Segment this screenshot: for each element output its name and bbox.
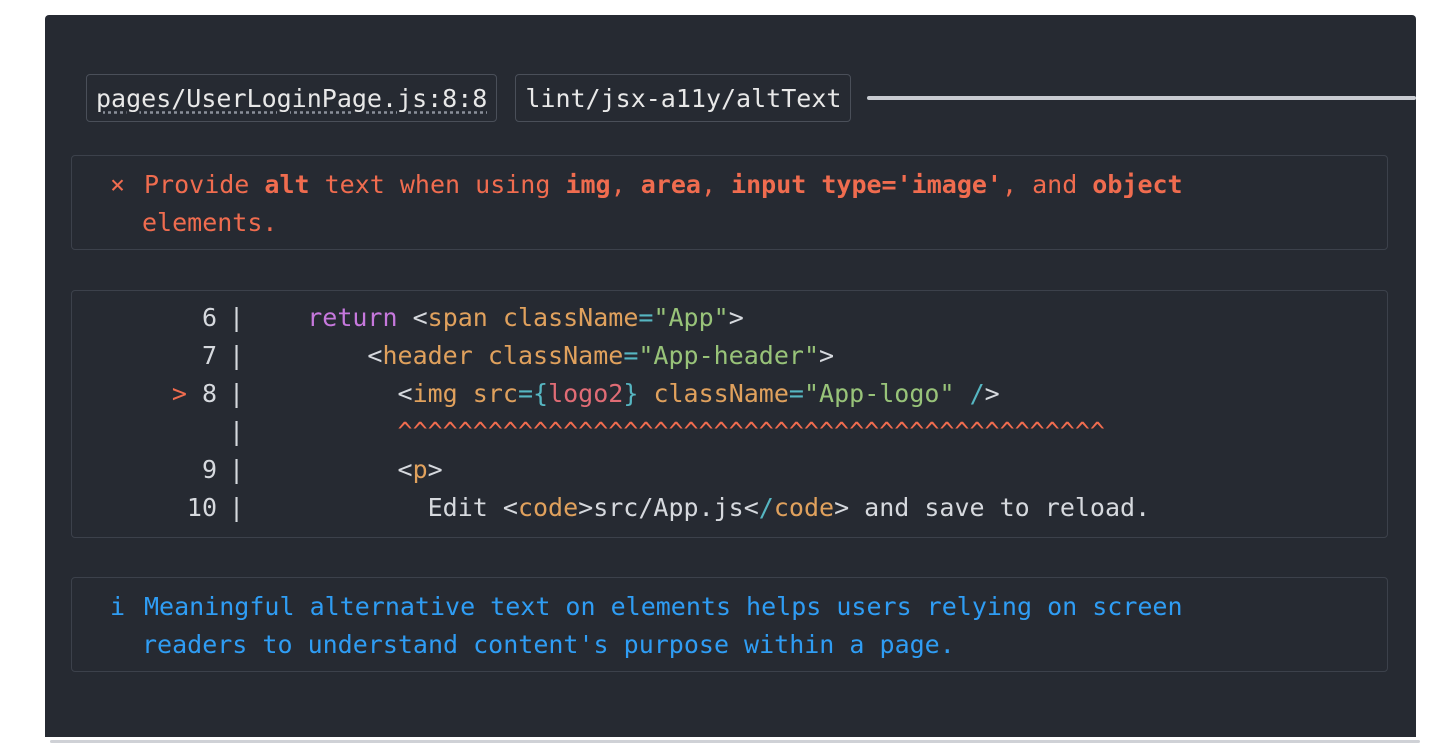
gutter-separator: | (229, 303, 245, 332)
line-number: 9 (201, 455, 217, 484)
code-token: src (472, 379, 518, 408)
code-line: 9 | <p> (72, 451, 1387, 489)
code-token: logo2 (548, 379, 624, 408)
source-code: <header className="App-header"> (247, 337, 1387, 375)
error-text: text when using (309, 170, 566, 199)
code-token: className (487, 341, 624, 370)
gutter-separator: | (229, 417, 245, 446)
source-code: <img src={logo2} className="App-logo" /> (247, 375, 1387, 413)
source-code: Edit <code>src/App.js</code> and save to… (247, 489, 1387, 527)
code-token: > (819, 341, 835, 370)
error-emphasis: area (640, 170, 701, 199)
code-line: 7 | <header className="App-header"> (72, 337, 1387, 375)
code-token: "App" (653, 303, 729, 332)
code-token: img (412, 379, 458, 408)
info-line-1: i Meaningful alternative text on elements… (110, 588, 1387, 626)
code-token: ={ (517, 379, 549, 408)
code-token: < (277, 455, 413, 484)
code-token: < (277, 379, 413, 408)
line-gutter: 6 (72, 299, 217, 337)
code-token: return (307, 303, 398, 332)
diagnostic-panel: pages/UserLoginPage.js:8:8 lint/jsx-a11y… (45, 15, 1416, 737)
gutter-separator: | (229, 341, 245, 370)
diagnostic-header: pages/UserLoginPage.js:8:8 lint/jsx-a11y… (86, 72, 1416, 124)
code-token: < (397, 303, 428, 332)
code-token: ^^^^^^^^^^^^^^^^^^^^^^^^^^^^^^^^^^^^^^^^… (397, 417, 1105, 446)
code-token: p (412, 455, 428, 484)
code-line: | ^^^^^^^^^^^^^^^^^^^^^^^^^^^^^^^^^^^^^^… (72, 413, 1387, 451)
line-number: 6 (201, 303, 217, 332)
error-text: Provide (144, 170, 265, 199)
code-token: = (623, 341, 639, 370)
code-lines: 6 | return <span className="App"> 7 | <head… (72, 299, 1387, 527)
rule-name-badge: lint/jsx-a11y/altText (515, 74, 852, 122)
error-line-2: elements. (142, 208, 278, 237)
line-gutter (72, 413, 217, 451)
error-line-1: × Provide alt text when using img, area , … (110, 166, 1387, 204)
code-token: Edit < (277, 493, 518, 522)
error-message-box: × Provide alt text when using img, area , … (71, 155, 1388, 250)
code-token: > (427, 455, 443, 484)
source-code: return <span className="App"> (247, 299, 1387, 337)
error-text: , and (1001, 170, 1093, 199)
info-line-2: readers to understand content's purpose … (142, 630, 955, 659)
gutter-separator: | (229, 455, 245, 484)
gutter-separator: | (229, 493, 245, 522)
error-emphasis: alt (264, 170, 310, 199)
header-divider (867, 96, 1416, 100)
error-emphasis: img (565, 170, 611, 199)
code-token: / (758, 493, 774, 522)
code-token: >src/App.js< (578, 493, 759, 522)
code-frame: 6 | return <span className="App"> 7 | <head… (71, 290, 1388, 538)
info-icon: i (110, 592, 126, 621)
current-line-marker: > (171, 379, 187, 408)
code-token: header (382, 341, 473, 370)
line-gutter: 9 (72, 451, 217, 489)
code-line: 10 | Edit <code>src/App.js</code> and sav… (72, 489, 1387, 527)
code-token: > (728, 303, 744, 332)
source-code: ^^^^^^^^^^^^^^^^^^^^^^^^^^^^^^^^^^^^^^^^… (247, 413, 1387, 451)
error-text: , (700, 170, 732, 199)
line-number: 7 (201, 341, 217, 370)
error-emphasis: object (1092, 170, 1183, 199)
line-gutter: 10 (72, 489, 217, 527)
code-token: > (984, 379, 1000, 408)
source-code: <p> (247, 451, 1387, 489)
file-location-link[interactable]: pages/UserLoginPage.js:8:8 (86, 74, 498, 122)
line-number: 8 (201, 379, 217, 408)
line-gutter: > 8 (72, 375, 217, 413)
code-token: } (623, 379, 639, 408)
info-message-box: i Meaningful alternative text on elements… (71, 577, 1388, 672)
bottom-rule (50, 740, 1420, 743)
code-token: "App-header" (638, 341, 819, 370)
code-token: code (517, 493, 579, 522)
code-token: className (653, 379, 789, 408)
line-gutter: 7 (72, 337, 217, 375)
line-number: 10 (186, 493, 217, 522)
code-token: = (788, 379, 804, 408)
code-token: < (277, 341, 383, 370)
code-token: > and save to reload. (834, 493, 1151, 522)
code-line: > 8 | <img src={logo2} className="App-log… (72, 375, 1387, 413)
code-line: 6 | return <span className="App"> (72, 299, 1387, 337)
code-token: className (502, 303, 639, 332)
error-x-icon: × (110, 170, 126, 199)
error-text: , (610, 170, 641, 199)
code-token: = (638, 303, 654, 332)
code-token: span (427, 303, 488, 332)
gutter-separator: | (229, 379, 245, 408)
code-token: code (773, 493, 835, 522)
error-emphasis: input type='image' (731, 170, 1002, 199)
code-token: / (969, 379, 985, 408)
info-text: Meaningful alternative text on elements … (144, 592, 1183, 621)
code-token: "App-logo" (803, 379, 955, 408)
